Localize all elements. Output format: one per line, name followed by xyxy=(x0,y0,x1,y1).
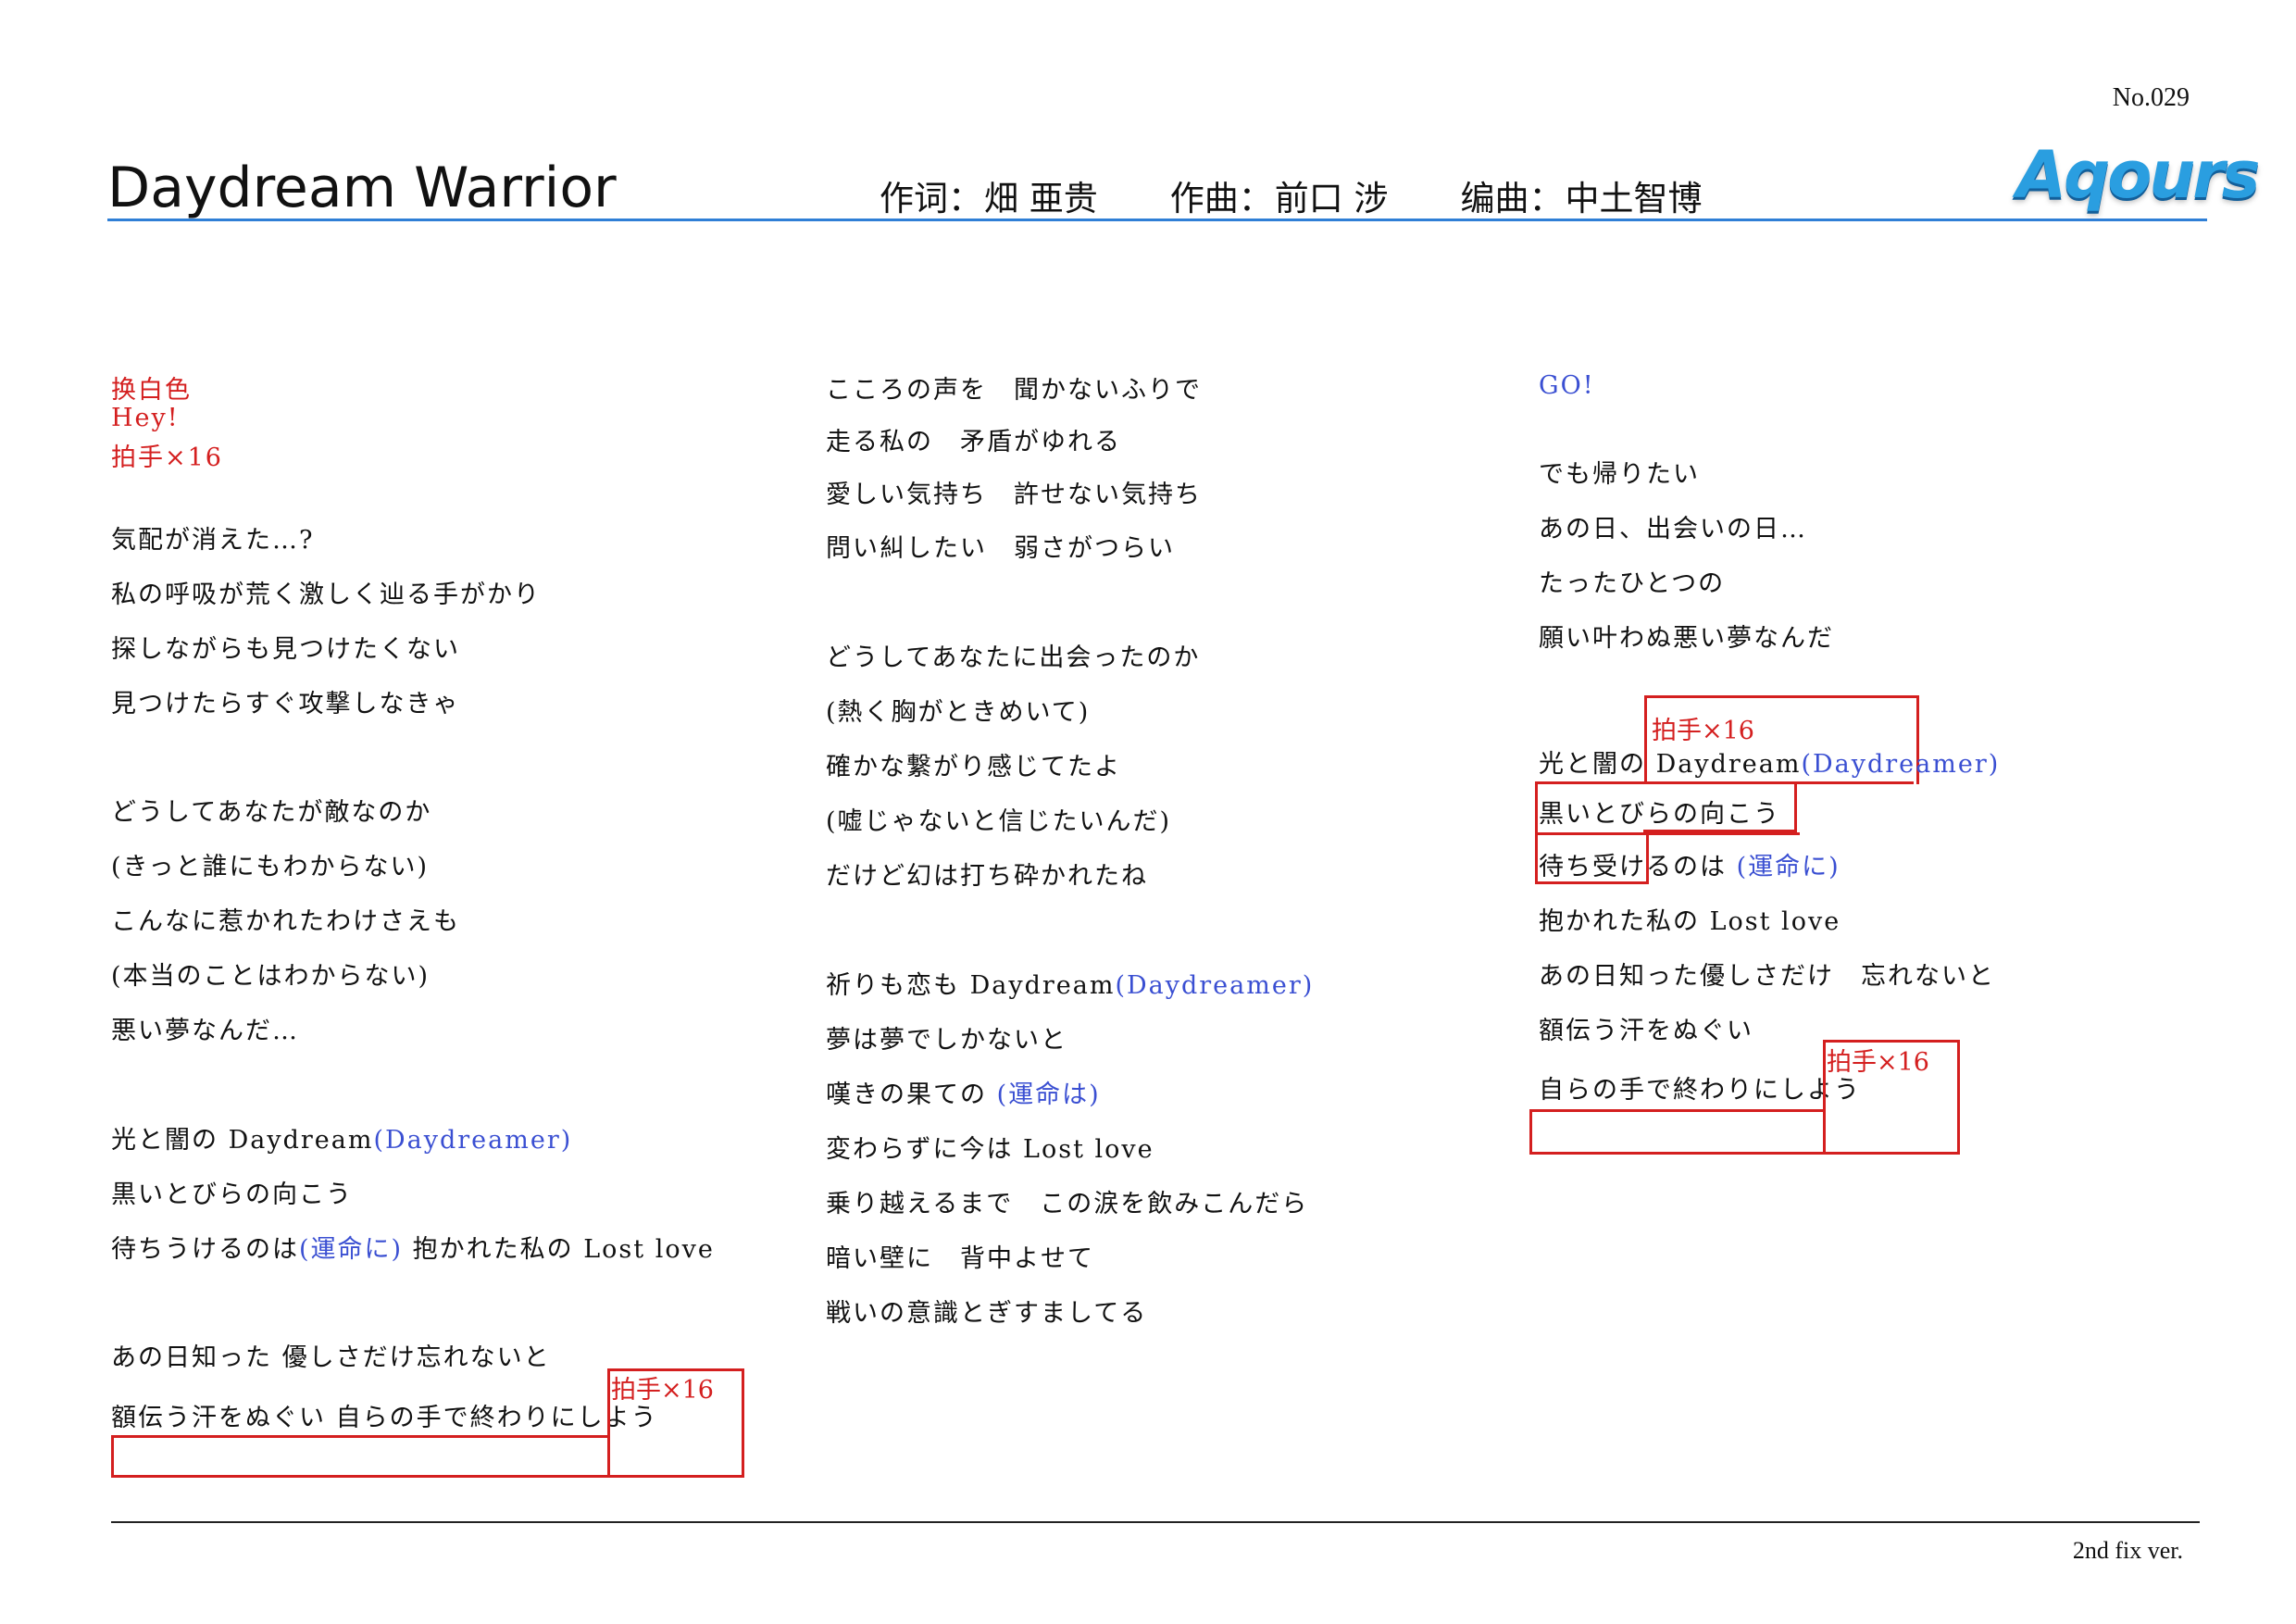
credit-lyricist: 作词：畑 亜贵 xyxy=(880,170,1098,220)
clap-cue-label: 拍手×16 xyxy=(1827,1048,1929,1077)
credit-composer: 作曲：前口 涉 xyxy=(1170,170,1389,220)
call-text: (Daydreamer) xyxy=(1801,750,2001,779)
lyric-line: 悪い夢なんだ… xyxy=(111,1017,299,1045)
lyric-line: (本当のことはわからない) xyxy=(111,962,430,991)
lyric-text: 抱かれた私の Lost love xyxy=(403,1235,715,1264)
call-text: (運命に) xyxy=(299,1235,404,1264)
clap-cue-label: 拍手×16 xyxy=(1652,717,1754,745)
lyric-line: 走る私の 矛盾がゆれる xyxy=(826,428,1121,456)
lyric-line: あの日、出会いの日… xyxy=(1539,515,1807,543)
lyric-line: 願い叶わぬ悪い夢なんだ xyxy=(1539,624,1834,653)
call-text: (Daydreamer) xyxy=(373,1126,573,1155)
clap-cue-label: 拍手×16 xyxy=(611,1376,714,1405)
call-text: (運命に) xyxy=(1736,853,1841,881)
lyric-line: どうしてあなたに出会ったのか xyxy=(826,643,1201,672)
call-text: (Daydreamer) xyxy=(1115,971,1315,1000)
lyric-line: 額伝う汗をぬぐい xyxy=(1539,1017,1753,1045)
credit-name: 前口 涉 xyxy=(1274,179,1389,219)
lyric-line: 自らの手で終わりにしよう xyxy=(1539,1076,1861,1105)
clap-cue-box xyxy=(1794,781,1797,832)
lyric-line: 見つけたらすぐ攻撃しなきゃ xyxy=(111,690,460,718)
lyric-text: 嘆きの果ての xyxy=(826,1081,997,1109)
clap-cue-box xyxy=(111,1435,610,1478)
lyric-line: 黒いとびらの向こう xyxy=(111,1181,353,1209)
document-number: No.029 xyxy=(2112,83,2190,112)
lyric-line: 乗り越えるまで この涙を飲みこんだら xyxy=(826,1190,1309,1218)
lyric-line: 光と闇の Daydream(Daydreamer) xyxy=(111,1119,572,1156)
lyric-line: だけど幻は打ち砕かれたね xyxy=(826,862,1148,891)
header-divider xyxy=(107,219,2207,221)
song-title: Daydream Warrior xyxy=(107,156,617,220)
lyric-line: 待ち受けるのは (運命に) xyxy=(1539,846,1841,882)
credit-arranger: 编曲：中土智博 xyxy=(1461,170,1703,220)
lyric-line: 額伝う汗をぬぐい 自らの手で終わりにしよう xyxy=(111,1404,658,1432)
lyric-line: あの日知った優しさだけ 忘れないと xyxy=(1539,962,1995,991)
lyric-line: 戦いの意識とぎすましてる xyxy=(826,1299,1148,1328)
lyric-line: 嘆きの果ての (運命は) xyxy=(826,1074,1101,1110)
lyric-text: 光と闇の Daydream xyxy=(1539,750,1802,779)
lyric-line: 光と闇の Daydream(Daydreamer) xyxy=(1539,743,2000,780)
lyric-line: 気配が消えた…? xyxy=(111,526,315,555)
version-label: 2nd fix ver. xyxy=(2072,1537,2183,1564)
lyric-line: 探しながらも見つけたくない xyxy=(111,635,460,664)
lyric-line: (きっと誰にもわからない) xyxy=(111,853,429,881)
lyric-line: でも帰りたい xyxy=(1539,460,1700,489)
call-line: Hey! xyxy=(111,404,180,432)
lyric-text: 光と闇の Daydream xyxy=(111,1126,374,1155)
aqours-logo: Aqours xyxy=(2016,137,2260,213)
call-line: 拍手×16 xyxy=(111,443,223,472)
call-line: GO! xyxy=(1539,371,1595,400)
lyric-line: 抱かれた私の Lost love xyxy=(1539,907,1841,936)
footer-divider xyxy=(111,1521,2200,1523)
call-text: (運命は) xyxy=(996,1081,1101,1109)
clap-cue-box xyxy=(1643,830,1797,832)
credit-name: 畑 亜贵 xyxy=(984,179,1098,219)
lyric-line: 夢は夢でしかないと xyxy=(826,1026,1067,1055)
lyric-line: 祈りも恋も Daydream(Daydreamer) xyxy=(826,965,1314,1001)
credits: 作词：畑 亜贵 作曲：前口 涉 编曲：中土智博 xyxy=(880,170,1703,220)
lyric-text: 待ちうけるのは xyxy=(111,1235,299,1264)
lyric-line: 暗い壁に 背中よせて xyxy=(826,1244,1094,1273)
lyric-line: あの日知った 優しさだけ忘れないと xyxy=(111,1343,551,1372)
clap-cue-box xyxy=(1797,781,1914,784)
lyric-line: 問い糾したい 弱さがつらい xyxy=(826,534,1175,563)
lyric-line: 愛しい気持ち 許せない気持ち xyxy=(826,481,1202,509)
lyric-line: こころの声を 聞かないふりで xyxy=(826,376,1202,405)
call-line: 换白色 xyxy=(111,376,192,405)
credit-label: 作词： xyxy=(880,179,982,219)
lyric-line: 変わらずに今は Lost love xyxy=(826,1135,1154,1164)
lyric-line: (嘘じゃないと信じたいんだ) xyxy=(826,807,1172,836)
lyric-line: 私の呼吸が荒く激しく辿る手がかり xyxy=(111,581,541,609)
lyric-line: たったひとつの xyxy=(1539,569,1726,598)
clap-cue-box xyxy=(1529,1109,1826,1155)
lyric-line: 待ちうけるのは(運命に) 抱かれた私の Lost love xyxy=(111,1229,715,1265)
lyric-line: どうしてあなたが敵なのか xyxy=(111,798,432,827)
lyric-line: (熱く胸がときめいて) xyxy=(826,698,1091,727)
credit-label: 编曲： xyxy=(1460,179,1564,219)
lyric-text: 待ち受けるのは xyxy=(1539,853,1737,881)
credit-name: 中土智博 xyxy=(1565,179,1703,219)
lyric-line: 黒いとびらの向こう xyxy=(1539,800,1780,829)
lyric-line: こんなに惹かれたわけさえも xyxy=(111,907,460,936)
credit-label: 作曲： xyxy=(1169,179,1273,219)
lyric-text: 祈りも恋も Daydream xyxy=(826,971,1116,1000)
lyric-line: 確かな繋がり感じてたよ xyxy=(826,753,1121,781)
